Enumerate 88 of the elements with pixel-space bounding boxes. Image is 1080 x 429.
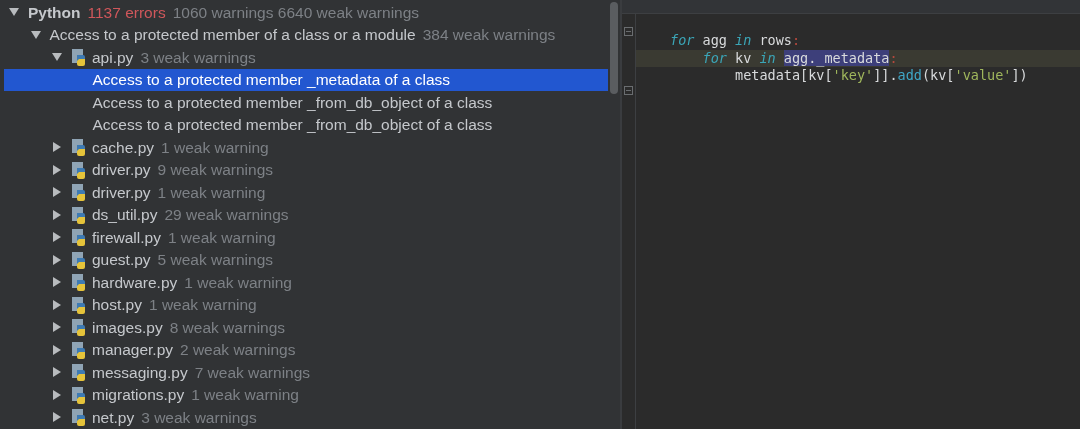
tree-row[interactable]: guest.py 5 weak warnings [4,248,608,271]
group-label: Python [28,2,81,23]
warning-count: 5 weak warnings [157,250,274,271]
tree-row[interactable]: hardware.py 1 weak warning [4,271,608,294]
collapsed-arrow-icon[interactable] [51,231,63,244]
warning-count: 1 weak warning [157,182,266,203]
tree-row[interactable]: net.py 3 weak warnings [4,406,608,429]
warning-count: 1 weak warning [161,137,269,158]
tree-row[interactable]: Python 1137 errors 1060 warnings 6640 weak warnings [4,1,608,24]
tree-row[interactable]: Access to a protected member of a class or a module 384 weak warnings [4,23,608,46]
tree-row[interactable]: messaging.py 7 weak warnings [4,361,608,384]
error-count: 1137 errors [87,2,166,23]
python-file-icon [71,205,88,224]
tree-row[interactable]: images.py 8 weak warnings [4,316,608,339]
code-line: metadata[kv['key']].add(kv['value']) [734,67,1029,85]
warning-count: 1 weak warning [167,227,276,248]
tree-row[interactable]: migrations.py 1 weak warning [4,383,608,406]
file-name: migrations.py [92,385,185,406]
file-name: cache.py [92,137,155,158]
file-name: messaging.py [92,362,188,383]
warning-count: 29 weak warnings [164,205,289,226]
problem-text: Access to a protected member _metadata of a class [92,70,451,91]
warning-count: 1060 warnings 6640 weak warnings [172,2,420,23]
file-name: api.py [92,47,134,68]
inspection-label: Access to a protected member of a class or a module [49,25,416,46]
collapsed-arrow-icon[interactable] [51,298,63,311]
warning-count: 384 weak warnings [422,25,556,46]
file-name: hardware.py [92,272,178,293]
python-file-icon [71,160,88,179]
python-file-icon [71,183,88,202]
python-file-icon [71,250,88,269]
file-name: firewall.py [92,227,161,248]
warning-count: 3 weak warnings [141,407,257,428]
warning-count: 3 weak warnings [140,47,256,68]
collapsed-arrow-icon[interactable] [51,343,63,356]
collapsed-arrow-icon[interactable] [51,163,63,176]
warning-count: 1 weak warning [149,295,257,316]
tree-row[interactable]: cache.py 1 weak warning [4,136,608,159]
problem-text: Access to a protected member _from_db_object of a class [92,115,493,136]
file-name: host.py [92,295,142,316]
tree-row[interactable]: firewall.py 1 weak warning [4,226,608,249]
collapsed-arrow-icon[interactable] [51,208,63,221]
collapsed-arrow-icon[interactable] [51,253,63,266]
python-file-icon [71,363,88,382]
warning-count: 2 weak warnings [180,340,296,361]
collapsed-arrow-icon[interactable] [51,186,63,199]
tree-row[interactable]: ds_util.py 29 weak warnings [4,203,608,226]
file-name: guest.py [92,250,151,271]
tree-row[interactable]: api.py 3 weak warnings [4,46,608,69]
python-file-icon [71,273,88,292]
file-name: driver.py [92,182,151,203]
tree-row[interactable]: host.py 1 weak warning [4,293,608,316]
file-name: ds_util.py [92,205,158,226]
python-file-icon [71,340,88,359]
warning-count: 7 weak warnings [194,362,311,383]
warning-count: 1 weak warning [184,272,292,293]
code-line: for agg in rows: [669,32,802,50]
python-file-icon [71,48,88,67]
python-file-icon [71,385,88,404]
collapsed-arrow-icon[interactable] [51,366,63,379]
tree-row[interactable]: manager.py 2 weak warnings [4,338,608,361]
collapsed-arrow-icon[interactable] [51,276,63,289]
tree-row[interactable]: Access to a protected member _metadata of a class [4,68,608,91]
warning-count: 8 weak warnings [169,317,286,338]
warning-count: 1 weak warning [191,385,299,406]
expanded-arrow-icon[interactable] [29,28,42,41]
file-name: images.py [92,317,163,338]
python-file-icon [71,138,88,157]
file-name: manager.py [92,340,173,361]
tree-row[interactable]: driver.py 9 weak warnings [4,158,608,181]
collapsed-arrow-icon[interactable] [51,321,63,334]
problem-text: Access to a protected member _from_db_object of a class [92,92,493,113]
python-file-icon [71,228,88,247]
fold-icon[interactable] [624,86,633,95]
file-name: driver.py [92,160,151,181]
collapsed-arrow-icon[interactable] [51,388,63,401]
tree-row[interactable]: Access to a protected member _from_db_object of a class [4,113,608,136]
collapsed-arrow-icon[interactable] [51,141,63,154]
python-file-icon [71,408,88,427]
tree-row[interactable]: driver.py 1 weak warning [4,181,608,204]
warning-count: 9 weak warnings [157,160,274,181]
scrollbar-thumb[interactable] [610,2,618,94]
tree-row[interactable]: Access to a protected member _from_db_object of a class [4,91,608,114]
python-file-icon [71,295,88,314]
file-name: net.py [92,407,135,428]
fold-icon[interactable] [624,27,633,36]
python-file-icon [71,318,88,337]
collapsed-arrow-icon[interactable] [51,411,63,424]
